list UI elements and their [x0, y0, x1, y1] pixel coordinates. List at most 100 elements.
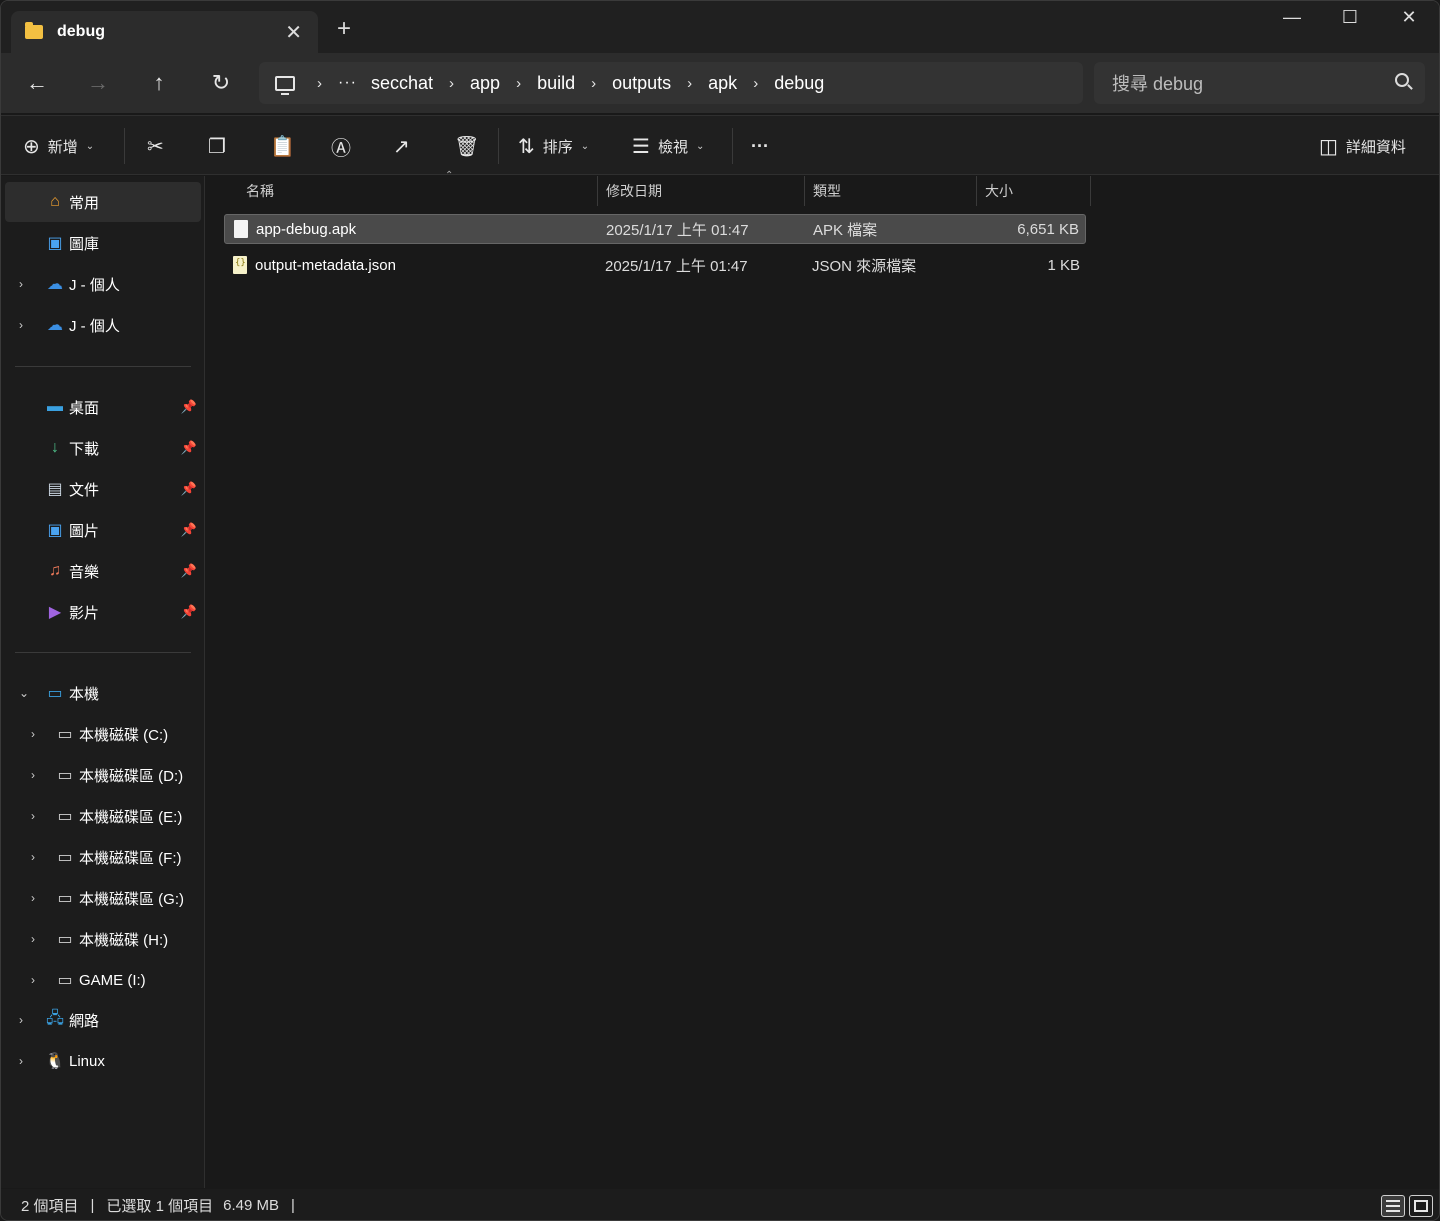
view-button[interactable]: ☰ 檢視 ⌄: [632, 130, 704, 162]
paste-button[interactable]: 📋: [270, 130, 303, 162]
sidebar-item-onedrive-2[interactable]: › ☁ J - 個人: [5, 305, 201, 345]
sidebar-item-drive-c[interactable]: › ▭ 本機磁碟 (C:): [5, 714, 201, 754]
search-icon[interactable]: [1395, 73, 1409, 87]
breadcrumb-build[interactable]: build: [537, 73, 575, 94]
chevron-right-icon[interactable]: ›: [591, 75, 596, 92]
chevron-right-icon[interactable]: ›: [31, 809, 35, 823]
breadcrumb-outputs[interactable]: outputs: [612, 73, 671, 94]
chevron-right-icon[interactable]: ›: [317, 75, 322, 92]
share-button[interactable]: ↗: [393, 130, 418, 162]
sidebar-item-music[interactable]: ♫ 音樂 📌: [5, 551, 201, 591]
sidebar-item-drive-g[interactable]: › ▭ 本機磁碟區 (G:): [5, 878, 201, 918]
details-pane-button[interactable]: ◫ 詳細資料: [1319, 130, 1406, 162]
chevron-right-icon[interactable]: ›: [19, 1054, 23, 1068]
back-button[interactable]: ←: [21, 67, 53, 99]
sidebar-item-drive-f[interactable]: › ▭ 本機磁碟區 (F:): [5, 837, 201, 877]
breadcrumb-apk[interactable]: apk: [708, 73, 737, 94]
pin-icon[interactable]: 📌: [181, 399, 197, 415]
sidebar-item-desktop[interactable]: ▬ 桌面 📌: [5, 387, 201, 427]
divider: [15, 366, 191, 367]
file-row[interactable]: output-metadata.json 2025/1/17 上午 01:47 …: [224, 250, 1086, 280]
copy-button[interactable]: ❐: [208, 130, 234, 162]
sidebar-item-home[interactable]: ⌂ 常用: [5, 182, 201, 222]
selected-count: 已選取 1 個項目: [106, 1198, 214, 1215]
sidebar-item-downloads[interactable]: ↓ 下載 📌: [5, 428, 201, 468]
close-tab-icon[interactable]: ✕: [285, 20, 302, 45]
rename-button[interactable]: Ⓐ: [331, 130, 359, 162]
chevron-right-icon[interactable]: ›: [31, 973, 35, 987]
sidebar-item-label: J - 個人: [69, 276, 120, 294]
sidebar-item-linux[interactable]: › 🐧 Linux: [5, 1041, 201, 1081]
column-header-type[interactable]: 類型: [805, 176, 977, 206]
chevron-right-icon[interactable]: ›: [753, 75, 758, 92]
chevron-right-icon[interactable]: ›: [31, 850, 35, 864]
tab-debug[interactable]: debug ✕: [11, 11, 318, 53]
chevron-right-icon[interactable]: ›: [19, 1013, 23, 1027]
breadcrumb-more-button[interactable]: ···: [338, 74, 357, 92]
column-header-size[interactable]: 大小: [977, 176, 1091, 206]
file-explorer-window: debug ✕ + — ☐ ✕ ← → ↑ ↻ › ··· secchat › …: [0, 0, 1440, 1221]
sidebar-item-this-pc[interactable]: ⌄ ▭ 本機: [5, 673, 201, 713]
chevron-right-icon[interactable]: ›: [516, 75, 521, 92]
sidebar-item-videos[interactable]: ▶ 影片 📌: [5, 592, 201, 632]
sidebar-item-onedrive-1[interactable]: › ☁ J - 個人: [5, 264, 201, 304]
breadcrumb-secchat[interactable]: secchat: [371, 73, 433, 94]
chevron-right-icon[interactable]: ›: [31, 932, 35, 946]
details-label: 詳細資料: [1345, 138, 1406, 156]
this-pc-icon[interactable]: [275, 75, 295, 95]
new-tab-button[interactable]: +: [337, 15, 351, 43]
chevron-right-icon[interactable]: ›: [31, 727, 35, 741]
cut-button[interactable]: ✂: [147, 130, 172, 162]
pin-icon[interactable]: 📌: [181, 440, 197, 456]
sidebar-item-label: 本機磁碟區 (D:): [79, 767, 184, 785]
sidebar-item-pictures[interactable]: ▣ 圖片 📌: [5, 510, 201, 550]
pin-icon[interactable]: 📌: [181, 481, 197, 497]
sidebar-item-documents[interactable]: ▤ 文件 📌: [5, 469, 201, 509]
breadcrumb-debug[interactable]: debug: [774, 73, 824, 94]
file-row[interactable]: app-debug.apk 2025/1/17 上午 01:47 APK 檔案 …: [224, 214, 1086, 244]
forward-button[interactable]: →: [82, 67, 114, 99]
chevron-right-icon[interactable]: ›: [31, 768, 35, 782]
chevron-right-icon[interactable]: ›: [687, 75, 692, 92]
delete-button[interactable]: 🗑: [454, 130, 487, 162]
minimize-button[interactable]: —: [1272, 7, 1312, 28]
column-header-name[interactable]: 名稱 ⌃: [238, 170, 598, 206]
pin-icon[interactable]: 📌: [181, 563, 197, 579]
pin-icon[interactable]: 📌: [181, 604, 197, 620]
pin-icon[interactable]: 📌: [181, 522, 197, 538]
chevron-right-icon[interactable]: ›: [449, 75, 454, 92]
view-lines-icon: ☰: [632, 135, 650, 158]
sidebar-item-drive-d[interactable]: › ▭ 本機磁碟區 (D:): [5, 755, 201, 795]
close-window-button[interactable]: ✕: [1389, 7, 1429, 28]
sidebar-item-drive-e[interactable]: › ▭ 本機磁碟區 (E:): [5, 796, 201, 836]
network-icon: 🖧: [46, 1009, 64, 1027]
chevron-right-icon[interactable]: ›: [19, 318, 23, 332]
up-button[interactable]: ↑: [143, 67, 175, 99]
chevron-down-icon[interactable]: ⌄: [19, 686, 29, 700]
column-header-date[interactable]: 修改日期: [598, 176, 805, 206]
sidebar-item-network[interactable]: › 🖧 網路: [5, 1000, 201, 1040]
chevron-right-icon[interactable]: ›: [31, 891, 35, 905]
sidebar-item-gallery[interactable]: ▣ 圖庫: [5, 223, 201, 263]
details-view-icon: [1386, 1200, 1400, 1212]
folder-icon: [25, 22, 43, 39]
divider: [732, 128, 733, 164]
command-bar: ⊕ 新增 ⌄ ✂ ❐ 📋 Ⓐ ↗ 🗑 ⇅ 排序 ⌄ ☰ 檢視 ⌄ ··· ◫ 詳…: [1, 115, 1439, 175]
sidebar-item-drive-i[interactable]: › ▭ GAME (I:): [5, 960, 201, 1000]
file-icon: [234, 220, 248, 238]
large-icons-view-button[interactable]: [1409, 1195, 1433, 1217]
search-input[interactable]: 搜尋 debug: [1112, 70, 1203, 96]
maximize-button[interactable]: ☐: [1330, 7, 1370, 28]
sidebar-item-label: 網路: [69, 1012, 100, 1030]
more-options-button[interactable]: ···: [751, 130, 769, 162]
details-view-button[interactable]: [1381, 1195, 1405, 1217]
search-box[interactable]: 搜尋 debug: [1094, 62, 1425, 104]
address-bar[interactable]: › ··· secchat › app › build › outputs › …: [259, 62, 1083, 104]
chevron-right-icon[interactable]: ›: [19, 277, 23, 291]
rename-icon: Ⓐ: [331, 137, 351, 160]
sort-button[interactable]: ⇅ 排序 ⌄: [518, 130, 589, 162]
new-button[interactable]: ⊕ 新增 ⌄: [23, 130, 94, 162]
breadcrumb-app[interactable]: app: [470, 73, 500, 94]
refresh-button[interactable]: ↻: [205, 67, 237, 99]
sidebar-item-drive-h[interactable]: › ▭ 本機磁碟 (H:): [5, 919, 201, 959]
